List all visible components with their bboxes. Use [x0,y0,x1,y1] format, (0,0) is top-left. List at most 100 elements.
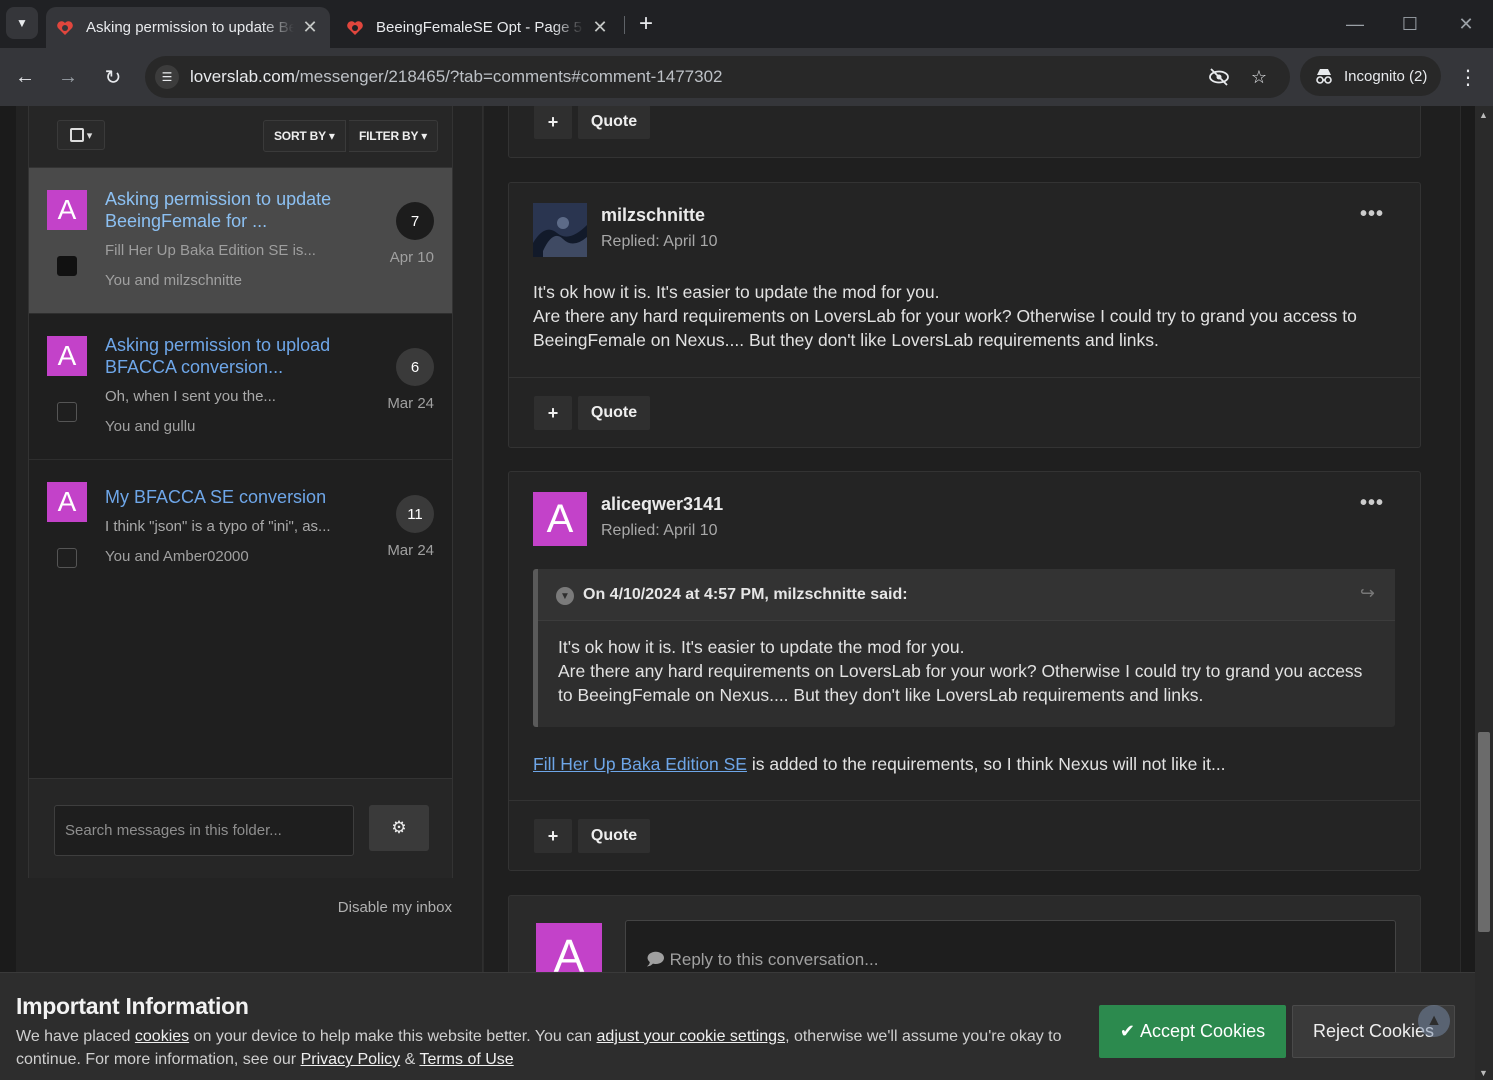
window-close-button[interactable]: ✕ [1446,8,1486,40]
share-icon[interactable]: ↪ [1360,583,1375,604]
forward-button[interactable]: → [52,61,84,93]
conversation-participants: You and milzschnitte [105,272,243,289]
eye-off-icon[interactable] [1207,65,1231,89]
quote-body: It's ok how it is. It's easier to update… [558,635,1378,707]
address-bar[interactable]: ☰ loverslab.com/messenger/218465/?tab=co… [145,56,1290,98]
cookie-banner: Important Information We have placed coo… [0,972,1475,1080]
tab-active[interactable]: Asking permission to update BeeingFemale… [46,7,330,48]
filter-by-button[interactable]: FILTER BY ▾ [349,120,439,152]
chevron-down-icon: ▼ [16,16,28,30]
conversation-item[interactable]: A Asking permission to upload BFACCA con… [29,314,452,460]
conversation-participants: You and gullu [105,418,196,435]
cookie-title: Important Information [16,993,249,1019]
maximize-button[interactable]: ☐ [1390,8,1430,40]
conversation-title[interactable]: Asking permission to upload BFACCA conve… [105,334,375,378]
comment-author[interactable]: aliceqwer3141 [601,494,723,515]
comment-body: Fill Her Up Baka Edition SE is added to … [533,752,1393,776]
comment-author[interactable]: milzschnitte [601,205,705,226]
quote-button[interactable]: Quote [578,396,650,430]
user-avatar[interactable]: A [533,492,587,546]
add-reaction-button[interactable]: + [534,819,572,853]
select-all-button[interactable]: ▾ [57,120,105,150]
inbox-panel: ▾ SORT BY ▾ FILTER BY ▾ A Asking permiss… [28,106,453,878]
search-input[interactable]: Search messages in this folder... [54,805,354,856]
close-icon[interactable]: ✕ [300,17,320,38]
scroll-down-icon[interactable]: ▼ [1479,1068,1488,1078]
conversation-date: Mar 24 [387,395,434,412]
arrow-right-icon: → [58,65,78,88]
browser-menu-button[interactable]: ⋮ [1456,62,1480,92]
page-scrollbar[interactable]: ▲ ▼ [1475,106,1493,1080]
comment-text: is added to the requirements, so I think… [746,754,1226,774]
comment-icon: 🗩 [646,950,670,969]
more-vert-icon: ⋮ [1458,66,1478,89]
conversation-checkbox[interactable] [57,402,77,422]
conversation-view: + Quote milzschnitte Replied: April 10 •… [483,106,1461,1080]
comment-more-button[interactable]: ••• [1360,492,1384,515]
conversation-item[interactable]: A Asking permission to update BeeingFema… [29,168,452,314]
comment-card: + Quote [508,106,1421,158]
chevron-down-icon[interactable]: ▼ [556,587,574,605]
url-host: loverslab.com [190,67,295,86]
browser-toolbar: ← → ↻ ☰ loverslab.com/messenger/218465/?… [0,48,1493,106]
avatar[interactable]: A [47,336,87,376]
accept-label: Accept Cookies [1140,1021,1266,1041]
new-tab-button[interactable]: + [632,10,660,38]
conversation-checkbox[interactable] [57,548,77,568]
conversation-snippet: Fill Her Up Baka Edition SE is... [105,242,316,259]
comment-card: milzschnitte Replied: April 10 ••• It's … [508,182,1421,448]
back-to-top-button[interactable]: ▲ [1418,1005,1450,1037]
page-viewport: ▾ SORT BY ▾ FILTER BY ▾ A Asking permiss… [0,106,1475,1080]
url-text[interactable]: loverslab.com/messenger/218465/?tab=comm… [190,67,723,87]
quote-header[interactable]: ▼ On 4/10/2024 at 4:57 PM, milzschnitte … [538,569,1395,621]
comment-body: It's ok how it is. It's easier to update… [533,280,1393,352]
quote-citation: On 4/10/2024 at 4:57 PM, milzschnitte sa… [583,586,908,603]
quote-block: ▼ On 4/10/2024 at 4:57 PM, milzschnitte … [533,569,1395,727]
mod-link[interactable]: Fill Her Up Baka Edition SE [533,754,747,774]
add-reaction-button[interactable]: + [534,396,572,430]
avatar[interactable]: A [47,190,87,230]
quote-button[interactable]: Quote [578,819,650,853]
quote-button[interactable]: Quote [578,106,650,139]
accept-cookies-button[interactable]: ✔ Accept Cookies [1099,1005,1286,1058]
tab-strip: ▼ Asking permission to update BeeingFema… [0,0,1493,48]
reply-count-badge: 6 [396,348,434,386]
sort-by-button[interactable]: SORT BY ▾ [263,120,346,152]
reply-count-badge: 11 [396,495,434,533]
cookie-settings-link[interactable]: adjust your cookie settings [597,1028,786,1045]
disable-inbox-link[interactable]: Disable my inbox [338,899,452,916]
reload-button[interactable]: ↻ [97,61,129,93]
add-reaction-button[interactable]: + [534,106,572,139]
comment-text-line: Are there any hard requirements on Lover… [533,306,1357,350]
scroll-up-icon[interactable]: ▲ [1479,110,1488,120]
loverslab-favicon-icon [347,20,363,35]
minimize-button[interactable]: — [1335,8,1375,40]
tab-search-button[interactable]: ▼ [6,7,38,39]
privacy-policy-link[interactable]: Privacy Policy [301,1051,401,1068]
quote-text-line: It's ok how it is. It's easier to update… [558,637,965,657]
back-button[interactable]: ← [9,61,41,93]
check-icon: ✔ [1119,1021,1141,1041]
close-icon[interactable]: ✕ [590,17,610,38]
tab-inactive[interactable]: BeeingFemaleSE Opt - Page 5 - ... ✕ [336,7,620,48]
star-icon[interactable]: ☆ [1247,65,1271,89]
conversation-title[interactable]: My BFACCA SE conversion [105,486,375,508]
conversation-title[interactable]: Asking permission to update BeeingFemale… [105,188,375,232]
loverslab-favicon-icon [57,20,73,35]
comment-more-button[interactable]: ••• [1360,203,1384,226]
scroll-thumb[interactable] [1478,732,1490,932]
tab-title: Asking permission to update BeeingFemale… [86,19,294,36]
comment-text-line: It's ok how it is. It's easier to update… [533,282,940,302]
terms-of-use-link[interactable]: Terms of Use [419,1051,513,1068]
reply-placeholder: Reply to this conversation... [669,950,879,969]
conversation-item[interactable]: A My BFACCA SE conversion I think "json"… [29,460,452,606]
user-avatar[interactable] [533,203,587,257]
comment-date: Replied: April 10 [601,522,718,539]
cookies-link[interactable]: cookies [135,1028,189,1045]
search-settings-button[interactable]: ⚙ [369,805,429,851]
tune-icon[interactable]: ☰ [155,65,179,89]
incognito-indicator[interactable]: Incognito (2) [1300,56,1441,96]
conversation-checkbox[interactable] [57,256,77,276]
caret-down-icon: ▾ [86,129,93,142]
avatar[interactable]: A [47,482,87,522]
